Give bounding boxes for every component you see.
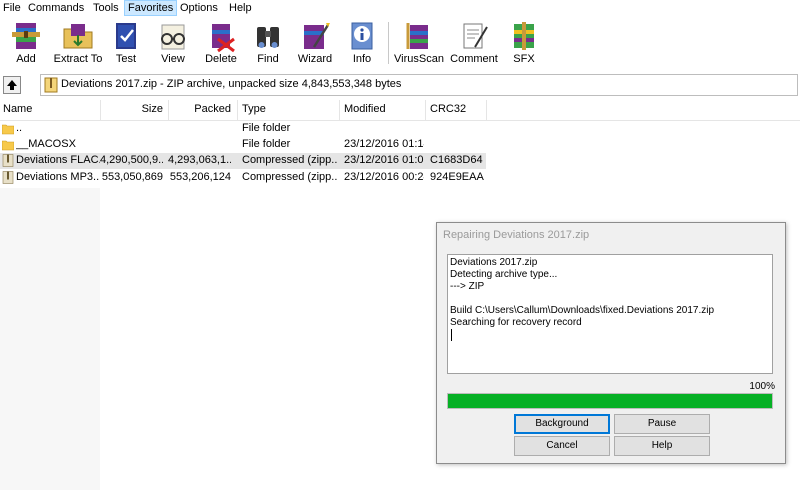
up-arrow-icon <box>7 80 17 90</box>
comment-icon <box>463 23 488 49</box>
file-packed: 553,206,124 <box>169 171 231 183</box>
file-size: 4,290,500,9... <box>100 154 163 166</box>
archive-path-text: Deviations 2017.zip - ZIP archive, unpac… <box>61 78 402 90</box>
log-line: Build C:\Users\Callum\Downloads\fixed.De… <box>450 305 715 316</box>
file-crc32: 924E9EAA <box>430 171 484 183</box>
virusscan-button[interactable]: VirusScan <box>392 16 446 70</box>
repair-log[interactable]: Deviations 2017.zip Detecting archive ty… <box>447 254 773 374</box>
column-type[interactable]: Type <box>242 103 266 115</box>
column-divider[interactable] <box>425 100 426 120</box>
cancel-button[interactable]: Cancel <box>514 436 610 456</box>
menu-favorites[interactable]: Favorites <box>124 0 178 16</box>
pause-button[interactable]: Pause <box>614 414 710 434</box>
menu-file[interactable]: File <box>0 0 24 16</box>
background-button[interactable]: Background <box>514 414 610 434</box>
progress-fill <box>448 394 772 408</box>
help-button[interactable]: Help <box>614 436 710 456</box>
delete-icon <box>212 24 235 53</box>
info-icon <box>351 22 373 50</box>
menu-options[interactable]: Options <box>177 0 221 16</box>
zip-file-icon <box>2 154 14 167</box>
comment-button[interactable]: Comment <box>448 16 500 70</box>
file-type: File folder <box>242 122 291 134</box>
test-book-icon <box>116 23 136 49</box>
extract-to-button[interactable]: Extract To <box>52 16 104 70</box>
wizard-button[interactable]: Wizard <box>292 16 338 70</box>
delete-button[interactable]: Delete <box>198 16 244 70</box>
column-size[interactable]: Size <box>100 103 163 115</box>
column-divider[interactable] <box>237 100 238 120</box>
column-crc32[interactable]: CRC32 <box>430 103 466 115</box>
menu-tools[interactable]: Tools <box>90 0 122 16</box>
address-bar: Deviations 2017.zip - ZIP archive, unpac… <box>0 74 800 96</box>
archive-icon <box>44 77 58 93</box>
file-modified: 23/12/2016 01:14 <box>344 138 424 150</box>
log-line: Deviations 2017.zip <box>450 257 538 268</box>
menu-bar: File Commands Tools Favorites Options He… <box>0 0 800 16</box>
virusscan-icon <box>406 23 428 49</box>
view-glasses-icon <box>161 24 185 50</box>
log-line: Searching for recovery record <box>450 317 582 328</box>
list-item[interactable]: __MACOSX File folder 23/12/2016 01:14 <box>0 137 486 153</box>
file-name: Deviations FLAC... <box>16 154 100 166</box>
progress-percent: 100% <box>749 381 775 392</box>
info-button[interactable]: Info <box>340 16 384 70</box>
file-type: File folder <box>242 138 291 150</box>
zip-file-icon <box>2 171 14 184</box>
extract-folder-icon <box>63 24 93 49</box>
folder-icon <box>2 140 14 151</box>
file-name: .. <box>16 122 23 134</box>
column-modified[interactable]: Modified <box>344 103 386 115</box>
file-modified: 23/12/2016 01:09 <box>344 154 424 166</box>
binoculars-icon <box>257 27 279 48</box>
archive-path-field[interactable]: Deviations 2017.zip - ZIP archive, unpac… <box>40 74 798 96</box>
test-button[interactable]: Test <box>104 16 148 70</box>
sfx-button[interactable]: SFX <box>502 16 546 70</box>
folder-icon <box>2 124 14 135</box>
list-item[interactable]: Deviations FLAC... 4,290,500,9... 4,293,… <box>0 153 486 169</box>
menu-help[interactable]: Help <box>226 0 255 16</box>
sfx-icon <box>514 22 534 50</box>
menu-commands[interactable]: Commands <box>25 0 87 16</box>
name-column-area <box>0 188 100 490</box>
add-archive-icon <box>12 23 40 49</box>
list-item[interactable]: .. File folder <box>0 121 486 137</box>
column-divider[interactable] <box>339 100 340 120</box>
dialog-title: Repairing Deviations 2017.zip <box>443 229 590 241</box>
list-header: Name Size Packed Type Modified CRC32 <box>0 100 800 121</box>
log-line: Detecting archive type... <box>450 269 558 280</box>
wizard-icon <box>304 23 330 49</box>
file-modified: 23/12/2016 00:24 <box>344 171 424 183</box>
column-packed[interactable]: Packed <box>168 103 231 115</box>
file-packed: 4,293,063,1... <box>168 154 231 166</box>
toolbar: Add Extract To Test View Delete Find Wiz… <box>0 16 800 70</box>
log-line: ---> ZIP <box>450 281 485 292</box>
find-button[interactable]: Find <box>246 16 290 70</box>
file-size: 553,050,869 <box>101 171 163 183</box>
view-button[interactable]: View <box>150 16 196 70</box>
text-caret <box>451 329 452 341</box>
file-name: Deviations MP3.... <box>16 171 100 183</box>
toolbar-separator <box>388 22 389 64</box>
file-name: __MACOSX <box>16 138 76 150</box>
file-type: Compressed (zipp... <box>242 171 337 183</box>
file-type: Compressed (zipp... <box>242 154 337 166</box>
repair-dialog: Repairing Deviations 2017.zip Deviations… <box>436 222 786 464</box>
add-button[interactable]: Add <box>0 16 52 70</box>
column-name[interactable]: Name <box>3 103 32 115</box>
column-divider[interactable] <box>486 100 487 120</box>
progress-bar <box>447 393 773 409</box>
list-item[interactable]: Deviations MP3.... 553,050,869 553,206,1… <box>0 170 486 186</box>
up-folder-button[interactable] <box>3 76 21 94</box>
file-crc32: C1683D64 <box>430 154 483 166</box>
